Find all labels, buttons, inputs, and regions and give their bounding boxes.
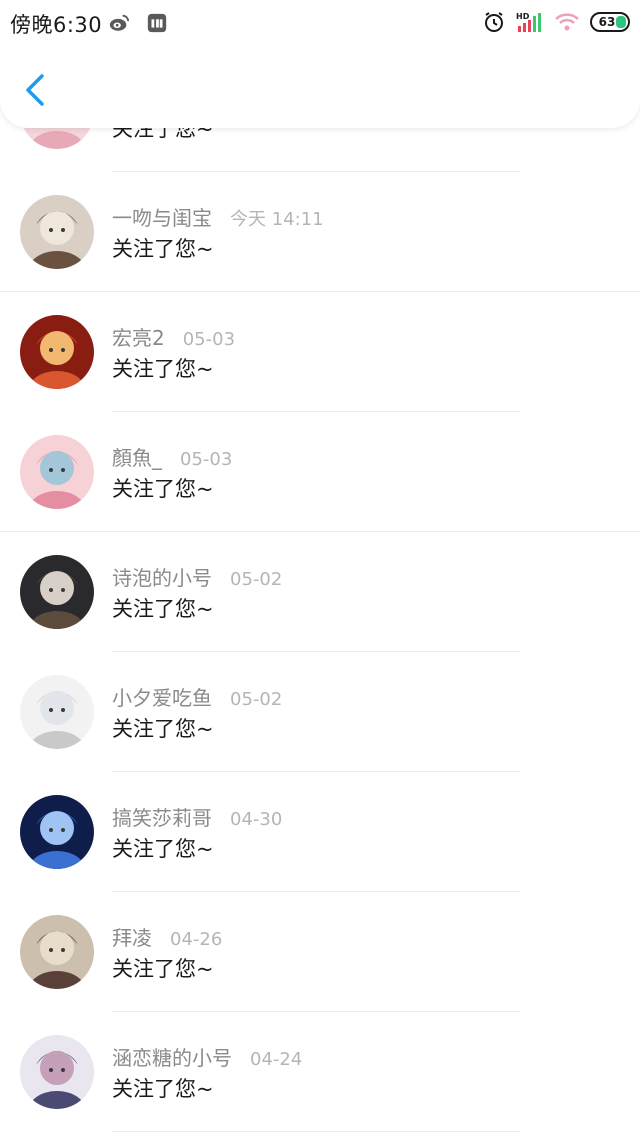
page: 关注了您~ 一吻与闺宝 今天 14:11 关注了您~ 宏亮2 05-03 关注了您~ 顏魚_ 0… [0, 0, 640, 1138]
notification-date: 04-30 [230, 809, 283, 830]
user-name[interactable]: 拜凌 [112, 922, 152, 951]
notification-date: 05-02 [230, 689, 283, 710]
notification-meta: 宏亮2 05-03 [112, 322, 235, 351]
notification-date: 04-26 [170, 929, 223, 950]
notification-message: 关注了您~ [112, 477, 214, 501]
notification-row[interactable]: 小夕爱吃鱼 05-02 关注了您~ [0, 652, 640, 772]
status-time: 傍晚6:30 [10, 13, 103, 37]
notification-date: 04-24 [250, 1049, 303, 1070]
notification-message: 关注了您~ [112, 1077, 214, 1101]
avatar[interactable] [20, 555, 94, 629]
notification-date: 05-03 [180, 449, 233, 470]
notification-row[interactable]: 拜凌 04-26 关注了您~ [0, 892, 640, 1012]
notification-row[interactable]: 诗泡的小号 05-02 关注了您~ [0, 532, 640, 652]
notification-date: 05-03 [182, 329, 236, 350]
avatar[interactable] [20, 795, 94, 869]
notification-row[interactable]: 搞笑莎莉哥 04-30 关注了您~ [0, 772, 640, 892]
user-name[interactable]: 涵恋糖的小号 [112, 1042, 232, 1071]
notification-row[interactable]: 顏魚_ 05-03 关注了您~ [0, 412, 640, 532]
notification-message: 关注了您~ [112, 717, 214, 741]
avatar[interactable] [20, 1035, 94, 1109]
status-system-icons: HD 63 [482, 10, 630, 34]
notification-row[interactable]: 涵恋糖的小号 04-24 关注了您~ [0, 1012, 640, 1132]
notification-message: 关注了您~ [112, 357, 214, 381]
notification-message: 关注了您~ [112, 597, 214, 621]
notification-meta: 涵恋糖的小号 04-24 [112, 1042, 302, 1071]
notification-meta: 拜凌 04-26 [112, 922, 222, 951]
notification-message: 关注了您~ [112, 957, 214, 981]
mi-icon [147, 13, 167, 33]
user-name[interactable]: 顏魚_ [112, 442, 162, 471]
battery-icon: 63 [590, 12, 630, 32]
app-header [0, 46, 640, 128]
notification-message: 关注了您~ [112, 837, 214, 861]
avatar[interactable] [20, 675, 94, 749]
chevron-left-icon[interactable] [18, 70, 52, 110]
user-name[interactable]: 一吻与闺宝 [112, 202, 212, 231]
wifi-icon [555, 13, 579, 31]
battery-level: 63 [598, 15, 616, 29]
avatar[interactable] [20, 315, 94, 389]
notification-meta: 搞笑莎莉哥 04-30 [112, 802, 282, 831]
alarm-icon [485, 12, 503, 32]
notification-meta: 小夕爱吃鱼 05-02 [112, 682, 282, 711]
row-divider [112, 1131, 520, 1132]
user-name[interactable]: 诗泡的小号 [112, 562, 212, 591]
user-name[interactable]: 宏亮2 [112, 322, 165, 351]
avatar[interactable] [20, 915, 94, 989]
notification-date: 今天 14:11 [230, 209, 324, 230]
signal-icon: HD [516, 12, 541, 32]
user-name[interactable]: 小夕爱吃鱼 [112, 682, 212, 711]
notification-message: 关注了您~ [112, 237, 214, 261]
status-bar: 傍晚6:30 HD 63 [0, 0, 640, 46]
weibo-icon [109, 14, 130, 31]
user-name[interactable]: 搞笑莎莉哥 [112, 802, 212, 831]
notification-meta: 一吻与闺宝 今天 14:11 [112, 202, 324, 231]
notification-list[interactable]: 关注了您~ 一吻与闺宝 今天 14:11 关注了您~ 宏亮2 05-03 关注了您~ 顏魚_ 0… [0, 52, 640, 1132]
notification-date: 05-02 [230, 569, 283, 590]
avatar[interactable] [20, 195, 94, 269]
notification-meta: 顏魚_ 05-03 [112, 442, 232, 471]
network-hd-label: HD [516, 12, 530, 21]
avatar[interactable] [20, 435, 94, 509]
status-notification-icons [108, 12, 168, 34]
notification-row[interactable]: 一吻与闺宝 今天 14:11 关注了您~ [0, 172, 640, 292]
notification-meta: 诗泡的小号 05-02 [112, 562, 282, 591]
notification-row[interactable]: 宏亮2 05-03 关注了您~ [0, 292, 640, 412]
